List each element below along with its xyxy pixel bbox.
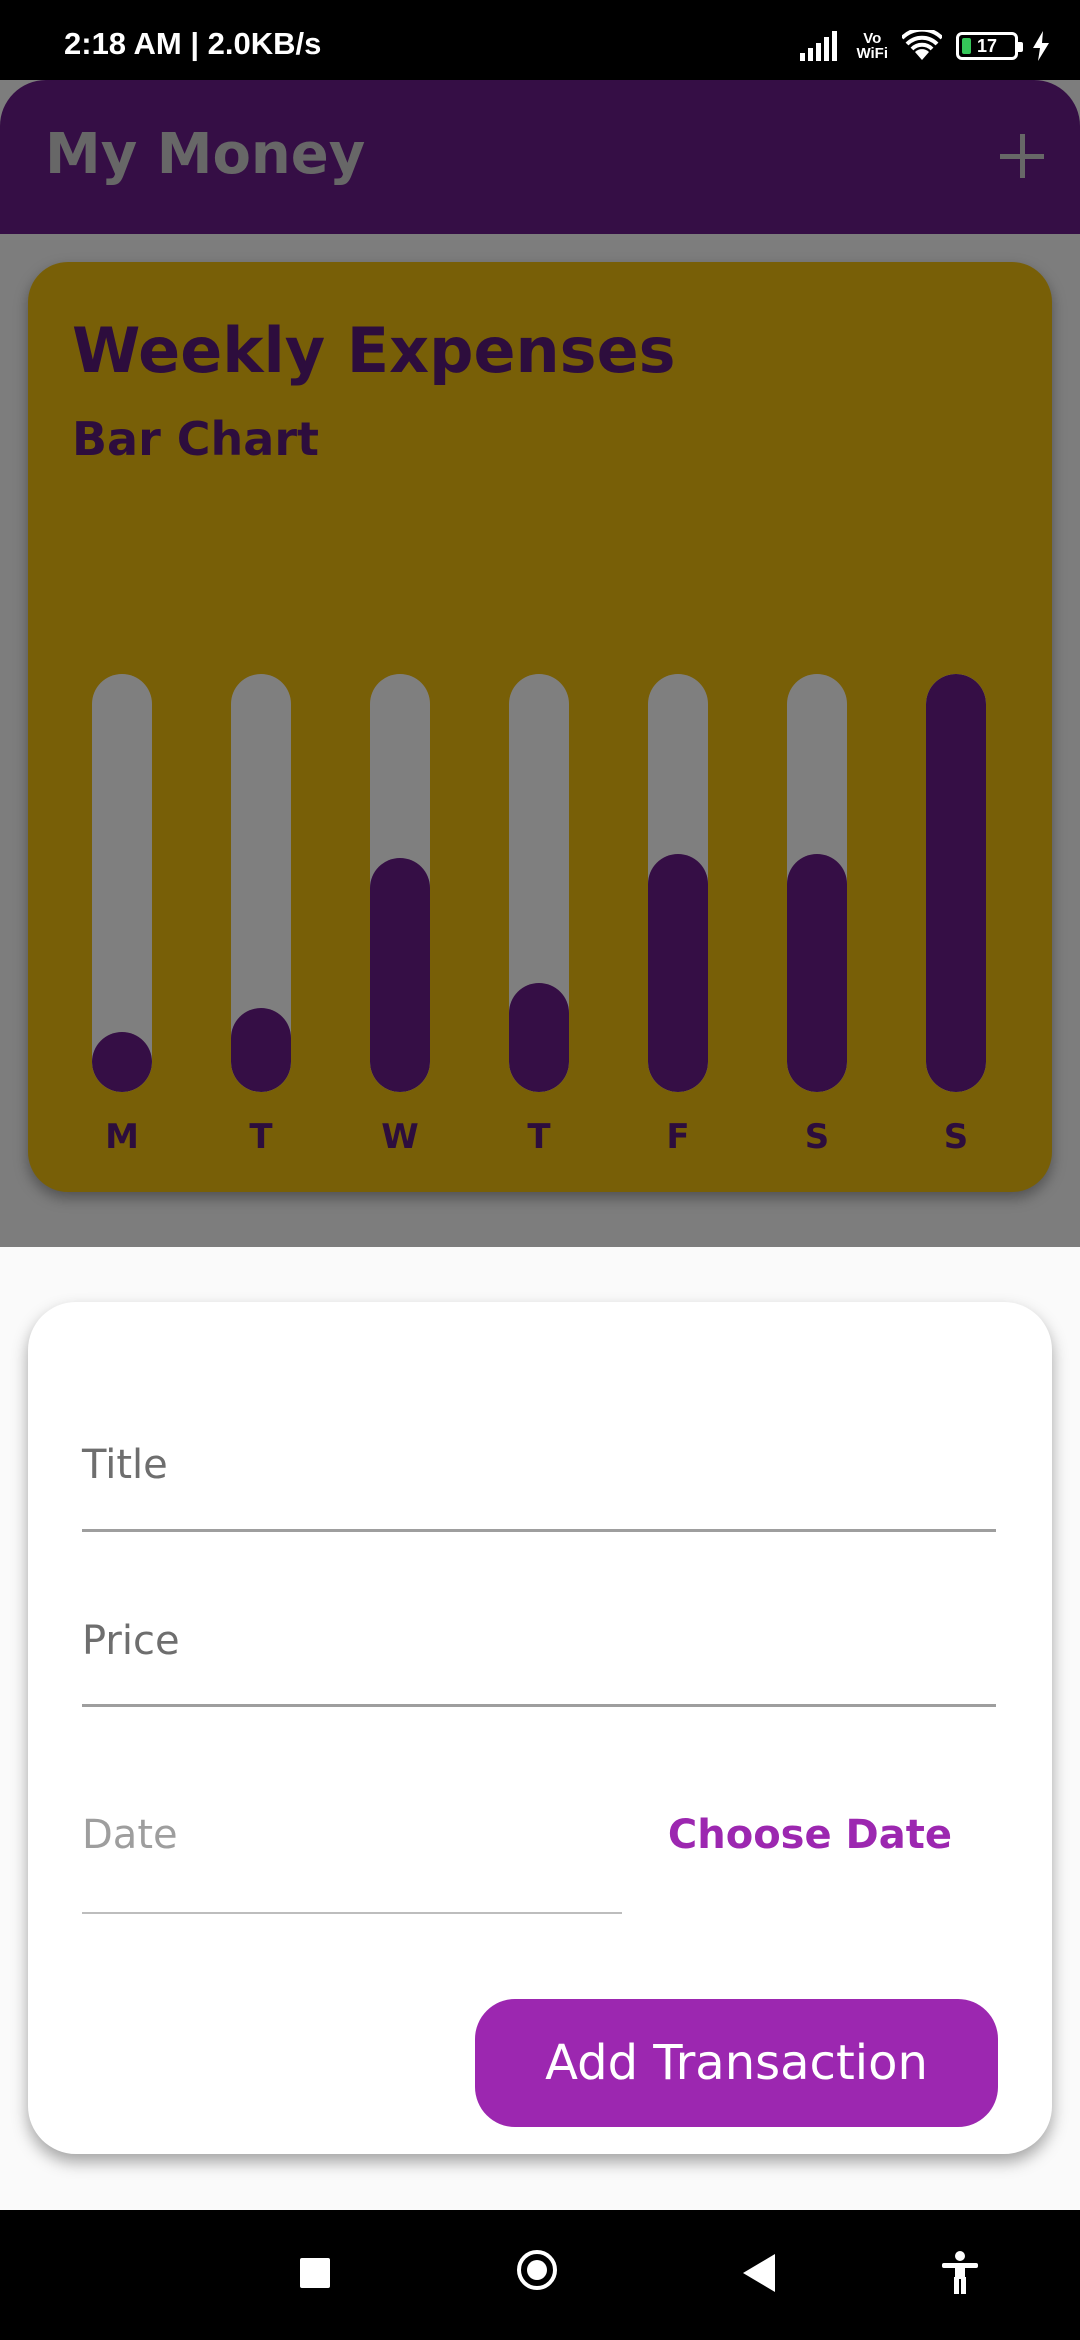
wifi-icon [902,30,942,60]
add-transaction-button[interactable]: Add Transaction [475,1999,998,2127]
charging-icon [1033,31,1049,61]
home-icon[interactable] [517,2250,557,2290]
vowifi-top: Vo [863,30,882,47]
date-field: Date [82,1812,178,1858]
status-time: 2:18 AM | 2.0KB/s [64,26,322,61]
signal-icon [800,31,838,61]
title-input[interactable]: Title [82,1442,168,1488]
status-icons: Vo WiFi 17 [800,26,1050,66]
battery-icon: 17 [956,32,1023,60]
battery-percent: 17 [976,36,998,56]
modal-scrim[interactable] [0,80,1080,1247]
back-icon[interactable] [743,2254,775,2292]
title-underline [82,1529,996,1532]
add-transaction-form: Title Price Date Choose Date Add Transac… [28,1302,1052,2154]
app-screen: My Money Weekly Expenses Bar Chart MTWTF… [0,80,1080,2210]
choose-date-button[interactable]: Choose Date [668,1812,952,1858]
accessibility-icon[interactable] [940,2250,980,2294]
navigation-bar [0,2210,1080,2340]
status-bar: 2:18 AM | 2.0KB/s Vo WiFi 17 [0,0,1080,80]
vowifi-icon: Vo WiFi [856,31,888,61]
recents-icon[interactable] [300,2258,330,2288]
price-underline [82,1704,996,1707]
date-underline [82,1912,622,1914]
price-input[interactable]: Price [82,1618,180,1664]
vowifi-bottom: WiFi [856,45,888,62]
battery-tip [1018,42,1023,52]
